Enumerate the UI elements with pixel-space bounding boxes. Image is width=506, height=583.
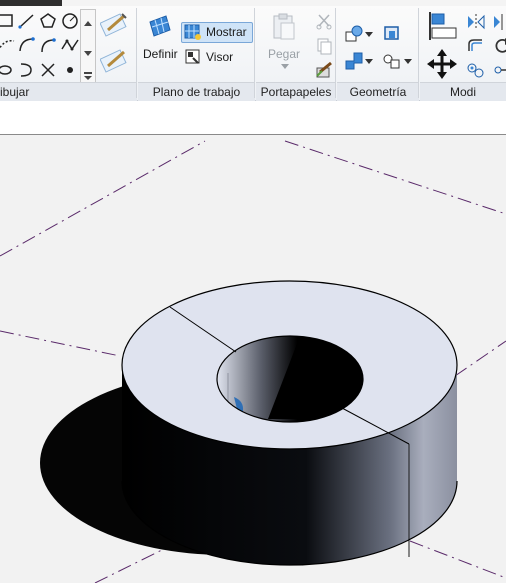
match-properties-icon[interactable]	[314, 60, 334, 80]
move-icon[interactable]	[426, 48, 458, 80]
arc-center-icon[interactable]	[17, 35, 37, 55]
panel-geometria: Geometría	[337, 6, 419, 101]
paste-icon[interactable]	[270, 12, 298, 42]
spline-icon[interactable]	[60, 35, 80, 55]
rotate-icon[interactable]	[492, 36, 506, 56]
panel-modificar: Modi	[420, 6, 506, 101]
mirror-draw-axis-icon[interactable]	[492, 12, 506, 32]
circle-icon[interactable]	[60, 11, 80, 31]
mostrar-button-label: Mostrar	[206, 25, 247, 39]
sketch-edit-icon[interactable]	[100, 46, 130, 76]
line-icon[interactable]	[17, 11, 37, 31]
workplane-set-icon[interactable]	[146, 12, 174, 40]
align-icon[interactable]	[426, 10, 458, 42]
cut-icon[interactable]	[314, 11, 334, 31]
sketch-icon[interactable]	[100, 10, 130, 40]
copy-icon[interactable]	[314, 36, 334, 56]
panel-title-plano-de-trabajo: Plano de trabajo	[138, 82, 255, 101]
slot-icon[interactable]	[38, 60, 58, 80]
arc-tangent-icon[interactable]	[38, 35, 58, 55]
join-geometry-icon[interactable]	[344, 51, 364, 71]
panel-portapapeles: Pegar Portapapeles	[256, 6, 336, 101]
cut-geometry-icon[interactable]	[344, 24, 364, 44]
point-icon[interactable]	[60, 60, 80, 80]
pegar-dropdown-icon[interactable]	[280, 62, 290, 70]
panel-title-dibujar: ibujar	[0, 82, 137, 101]
join-geometry-dropdown-icon[interactable]	[364, 57, 374, 65]
wall-join-icon[interactable]	[382, 24, 402, 44]
offset-icon[interactable]	[466, 36, 486, 56]
panel-title-portapapeles: Portapapeles	[256, 82, 336, 101]
panel-title-modificar: Modi	[420, 82, 506, 101]
model-view[interactable]	[0, 135, 506, 583]
split-face-icon[interactable]	[382, 51, 402, 71]
copy-element-icon[interactable]	[466, 60, 486, 80]
gallery-scrollbar[interactable]	[80, 9, 96, 83]
mirror-pick-axis-icon[interactable]	[466, 12, 486, 32]
drawing-area-3d-view[interactable]	[0, 134, 506, 583]
workplane-show-icon	[184, 23, 202, 41]
polygon-icon[interactable]	[38, 11, 58, 31]
panel-plano-de-trabajo: Definir Mostrar Visor Plano de trabajo	[138, 6, 255, 101]
panel-dibujar: ibujar	[0, 6, 137, 101]
cut-geometry-dropdown-icon[interactable]	[364, 30, 374, 38]
pegar-button-label[interactable]: Pegar	[268, 47, 300, 61]
viewer-icon[interactable]	[184, 48, 202, 66]
visor-button-label[interactable]: Visor	[206, 50, 233, 64]
fillet-icon[interactable]	[17, 60, 37, 80]
ribbon: ibujar Definir Mostrar Visor Plano de tr…	[0, 6, 506, 101]
ribbon-gap	[0, 101, 506, 134]
panel-title-geometria: Geometría	[337, 82, 419, 101]
definir-button-label[interactable]: Definir	[143, 47, 178, 61]
split-face-dropdown-icon[interactable]	[403, 57, 413, 65]
trim-extend-icon[interactable]	[492, 60, 506, 80]
